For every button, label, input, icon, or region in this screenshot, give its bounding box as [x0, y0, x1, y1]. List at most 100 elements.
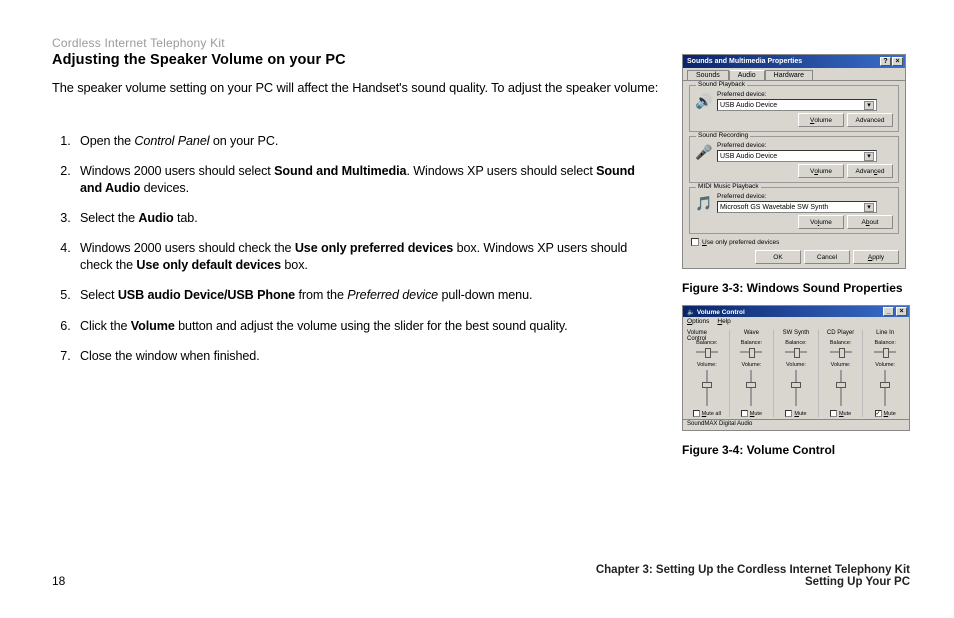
playback-volume-rest: olume	[814, 117, 832, 124]
step-3-a: Select the	[80, 211, 138, 225]
vc-mute-all-label: Mute all	[702, 411, 721, 417]
midi-dropdown-value: Microsoft GS Wavetable SW Synth	[720, 204, 828, 211]
use-only-label: Use only preferred devices	[702, 239, 779, 246]
vc-volume-label: Volume:	[786, 362, 806, 368]
vc-name-0: Volume Control	[687, 330, 727, 338]
volume-control-window: 🔈 Volume Control _ × Options Help Volume…	[682, 305, 910, 431]
vc-menubar: Options Help	[683, 317, 909, 326]
vc-name-3: CD Player	[827, 330, 854, 338]
group-midi-title: MIDI Music Playback	[696, 183, 761, 190]
step-5-a: Select	[80, 288, 118, 302]
vc-mute-checkbox-checked[interactable]: ✓	[875, 410, 882, 417]
vc-balance-slider[interactable]	[871, 348, 899, 356]
vc-balance-slider[interactable]	[693, 348, 721, 356]
midi-about-button[interactable]: About	[847, 215, 893, 229]
vc-mute-checkbox[interactable]	[741, 410, 748, 417]
step-5-bold: USB audio Device/USB Phone	[118, 288, 295, 302]
steps-column: Open the Control Panel on your PC. Windo…	[52, 133, 652, 364]
recording-advanced-button[interactable]: Advanced	[847, 164, 893, 178]
vc-mute-label: Mute	[884, 411, 896, 417]
vc-title: Volume Control	[697, 309, 745, 316]
close-icon[interactable]: ×	[892, 57, 903, 66]
step-4-a: Windows 2000 users should check the	[80, 241, 295, 255]
step-6-c: button and adjust the volume using the s…	[175, 319, 568, 333]
speaker-icon: 🔊	[695, 92, 713, 110]
vc-balance-slider[interactable]	[827, 348, 855, 356]
dialog-body: Sound Playback 🔊 Preferred device: USB A…	[683, 80, 905, 268]
chevron-down-icon: ▾	[864, 101, 874, 110]
sound-properties-dialog: Sounds and Multimedia Properties ? × Sou…	[682, 54, 906, 269]
footer-chapter: Chapter 3: Setting Up the Cordless Inter…	[596, 564, 910, 576]
step-2-c: . Windows XP users should select	[406, 164, 596, 178]
chevron-down-icon: ▾	[864, 152, 874, 161]
step-4: Windows 2000 users should check the Use …	[74, 240, 652, 273]
step-1: Open the Control Panel on your PC.	[74, 133, 652, 149]
playback-dropdown[interactable]: USB Audio Device ▾	[717, 99, 877, 111]
vc-balance-label: Balance:	[696, 340, 717, 346]
footer-section: Setting Up Your PC	[596, 576, 910, 588]
midi-volume-button[interactable]: Volume	[798, 215, 844, 229]
vc-col-volume-control: Volume Control Balance: Volume: Mute all	[685, 330, 730, 417]
page-number: 18	[52, 574, 65, 588]
step-2-d: devices.	[140, 181, 189, 195]
vc-volume-slider[interactable]	[882, 370, 888, 406]
vc-balance-slider[interactable]	[782, 348, 810, 356]
figures-column: Sounds and Multimedia Properties ? × Sou…	[682, 54, 910, 467]
step-4-bold-2: Use only default devices	[136, 258, 281, 272]
step-7: Close the window when finished.	[74, 348, 652, 364]
step-1-italic: Control Panel	[134, 134, 209, 148]
figure-3-4-caption: Figure 3-4: Volume Control	[682, 443, 910, 457]
step-1-b: on your PC.	[209, 134, 278, 148]
step-5-c: from the	[295, 288, 347, 302]
vc-name-2: SW Synth	[783, 330, 810, 338]
header-subtitle: Cordless Internet Telephony Kit	[52, 36, 912, 50]
vc-volume-slider[interactable]	[704, 370, 710, 406]
midi-dropdown[interactable]: Microsoft GS Wavetable SW Synth ▾	[717, 201, 877, 213]
music-icon: 🎵	[695, 194, 713, 212]
playback-dropdown-value: USB Audio Device	[720, 102, 777, 109]
group-midi: MIDI Music Playback 🎵 Preferred device: …	[689, 187, 899, 234]
apply-button[interactable]: Apply	[853, 250, 899, 264]
vc-volume-label: Volume:	[741, 362, 761, 368]
minimize-icon[interactable]: _	[883, 307, 894, 316]
vc-col-cd-player: CD Player Balance: Volume: Mute	[819, 330, 864, 417]
vc-balance-label: Balance:	[785, 340, 806, 346]
step-3: Select the Audio tab.	[74, 210, 652, 226]
vc-sliders: Volume Control Balance: Volume: Mute all…	[683, 326, 909, 419]
playback-pref-label: Preferred device:	[717, 91, 893, 98]
vc-volume-label: Volume:	[831, 362, 851, 368]
vc-balance-slider[interactable]	[737, 348, 765, 356]
tab-sounds[interactable]: Sounds	[687, 70, 729, 80]
tab-hardware[interactable]: Hardware	[765, 70, 813, 80]
vc-mute-checkbox[interactable]	[785, 410, 792, 417]
dialog-titlebar: Sounds and Multimedia Properties ? ×	[683, 55, 905, 68]
vc-balance-label: Balance:	[741, 340, 762, 346]
recording-volume-button[interactable]: Volume	[798, 164, 844, 178]
use-only-row: Use only preferred devices	[691, 238, 897, 246]
cancel-button[interactable]: Cancel	[804, 250, 850, 264]
vc-mute-all-checkbox[interactable]	[693, 410, 700, 417]
vc-balance-label: Balance:	[874, 340, 895, 346]
vc-volume-label: Volume:	[697, 362, 717, 368]
help-icon[interactable]: ?	[880, 57, 891, 66]
dialog-title: Sounds and Multimedia Properties	[687, 58, 802, 65]
ok-button[interactable]: OK	[755, 250, 801, 264]
vc-volume-slider[interactable]	[838, 370, 844, 406]
recording-dropdown[interactable]: USB Audio Device ▾	[717, 150, 877, 162]
menu-options[interactable]: Options	[687, 318, 709, 325]
step-2-bold-1: Sound and Multimedia	[274, 164, 406, 178]
vc-name-4: Line In	[876, 330, 894, 338]
chevron-down-icon: ▾	[864, 203, 874, 212]
vc-volume-slider[interactable]	[793, 370, 799, 406]
playback-advanced-button[interactable]: Advanced	[847, 113, 893, 127]
vc-volume-slider[interactable]	[748, 370, 754, 406]
step-6-bold: Volume	[131, 319, 175, 333]
vc-mute-checkbox[interactable]	[830, 410, 837, 417]
tab-audio[interactable]: Audio	[729, 70, 765, 80]
menu-help[interactable]: Help	[717, 318, 730, 325]
vc-volume-label: Volume:	[875, 362, 895, 368]
close-icon[interactable]: ×	[896, 307, 907, 316]
playback-volume-button[interactable]: Volume	[798, 113, 844, 127]
use-only-checkbox[interactable]	[691, 238, 699, 246]
group-recording-title: Sound Recording	[696, 132, 750, 139]
